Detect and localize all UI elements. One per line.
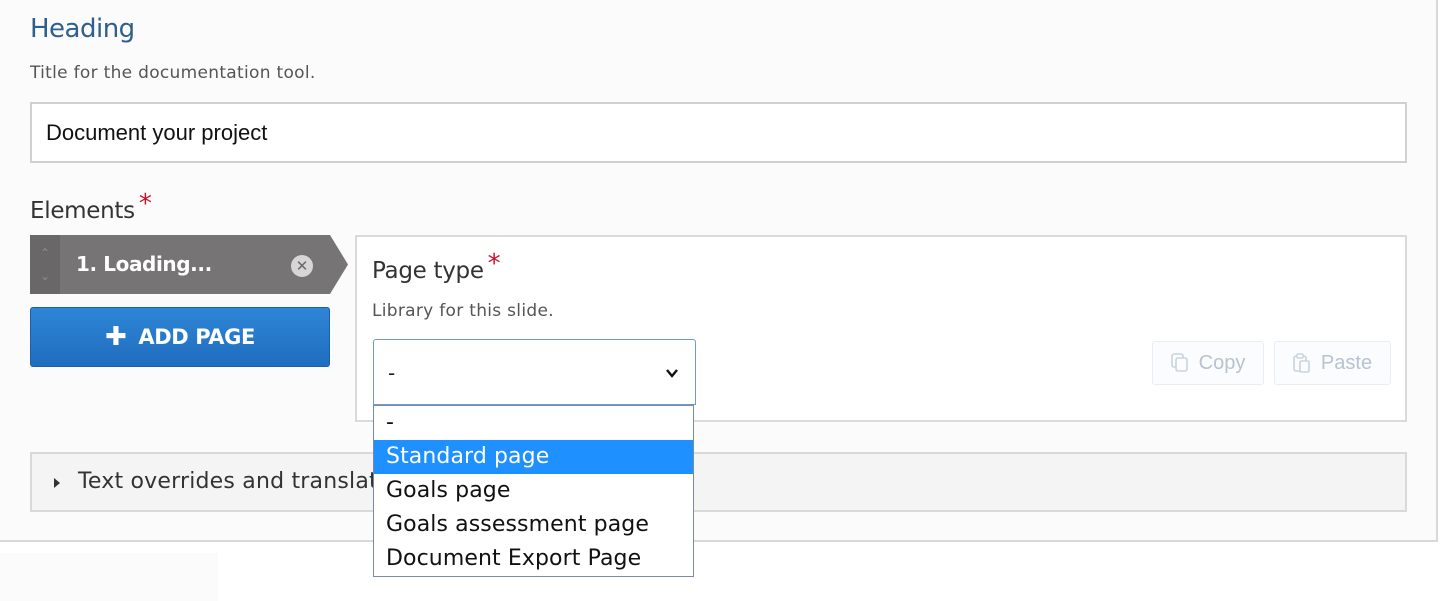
page-type-description: Library for this slide. [372, 301, 554, 321]
page-type-select-value: - [388, 361, 396, 385]
close-circle-icon[interactable]: ✕ [291, 255, 313, 277]
page-type-dropdown[interactable]: - Standard page Goals page Goals assessm… [373, 405, 694, 577]
page-order-handle[interactable]: ⌃ ⌄ [30, 235, 60, 294]
heading-input[interactable]: Document your project [30, 102, 1407, 163]
paste-label: Paste [1320, 351, 1373, 374]
caret-right-icon [54, 478, 60, 488]
copy-label: Copy [1198, 351, 1246, 374]
text-overrides-toggle[interactable]: Text overrides and translat [30, 452, 1407, 512]
heading-field-label: Heading [30, 14, 135, 44]
plus-icon: ✚ [105, 322, 127, 352]
text-overrides-label: Text overrides and translat [78, 469, 378, 494]
page-type-field-label: Page type * [372, 249, 501, 285]
elements-required-mark: * [138, 189, 152, 219]
page-type-select[interactable]: - [373, 339, 696, 405]
dropdown-option[interactable]: Document Export Page [374, 542, 693, 576]
paste-icon [1293, 353, 1310, 373]
chevron-down-icon [666, 369, 678, 378]
add-page-button[interactable]: ✚ ADD PAGE [30, 307, 330, 367]
elements-label-text: Elements [30, 198, 135, 224]
dropdown-option[interactable]: Goals page [374, 474, 693, 508]
dropdown-option[interactable]: Goals assessment page [374, 508, 693, 542]
elements-field-label: Elements * [30, 189, 152, 225]
dropdown-option-highlighted[interactable]: Standard page [374, 440, 693, 474]
paste-button[interactable]: Paste [1274, 341, 1391, 385]
page-type-label-text: Page type [372, 258, 484, 284]
editor-panel: Heading Title for the documentation tool… [0, 0, 1438, 577]
copy-icon [1170, 353, 1188, 372]
dropdown-option[interactable]: - [374, 406, 693, 440]
chevron-up-icon[interactable]: ⌃ [40, 247, 50, 259]
heading-field-description: Title for the documentation tool. [30, 63, 316, 83]
page-list-item[interactable]: ⌃ ⌄ 1. Loading... ✕ [30, 235, 348, 294]
add-page-label: ADD PAGE [138, 325, 255, 349]
page-list-item-label: 1. Loading... [76, 252, 212, 276]
page-footer-area [0, 553, 218, 601]
page-type-required-mark: * [487, 249, 501, 279]
chevron-down-icon[interactable]: ⌄ [40, 270, 50, 282]
page-type-box: Page type * Library for this slide. - Cop… [355, 235, 1407, 422]
copy-button[interactable]: Copy [1152, 341, 1264, 385]
